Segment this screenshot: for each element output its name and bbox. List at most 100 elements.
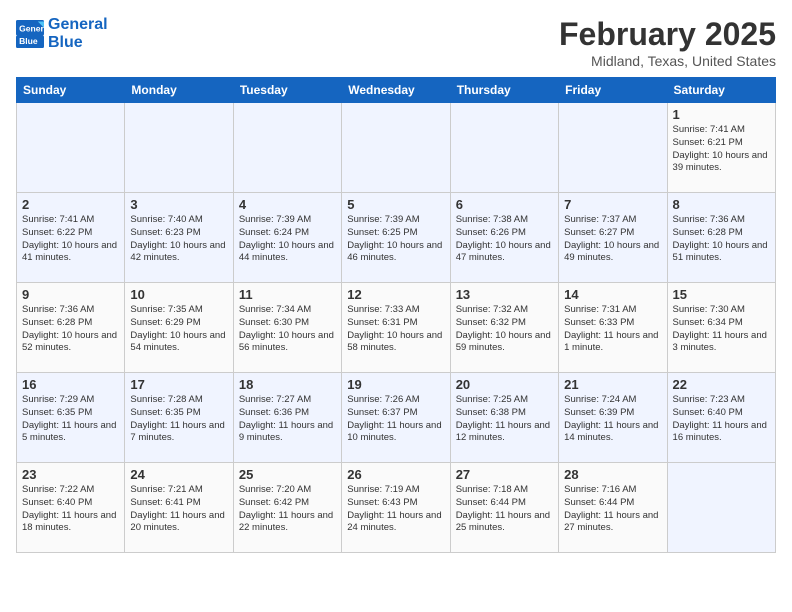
day-info: Sunset: 6:31 PM [347,317,444,330]
day-info: Daylight: 10 hours and 56 minutes. [239,330,336,356]
day-info: Sunrise: 7:32 AM [456,304,553,317]
weekday-header-sunday: Sunday [17,78,125,103]
calendar-cell: 16Sunrise: 7:29 AMSunset: 6:35 PMDayligh… [17,373,125,463]
day-number: 9 [22,287,119,302]
day-number: 21 [564,377,661,392]
day-number: 25 [239,467,336,482]
day-info: Sunrise: 7:25 AM [456,394,553,407]
day-number: 16 [22,377,119,392]
day-info: Daylight: 11 hours and 22 minutes. [239,510,336,536]
weekday-header-wednesday: Wednesday [342,78,450,103]
calendar-cell: 4 Sunrise: 7:39 AMSunset: 6:24 PMDaylight… [233,193,341,283]
weekday-header-saturday: Saturday [667,78,775,103]
day-info: Daylight: 10 hours and 54 minutes. [130,330,227,356]
day-info: Daylight: 10 hours and 59 minutes. [456,330,553,356]
day-number: 26 [347,467,444,482]
calendar-cell [125,103,233,193]
day-number: 23 [22,467,119,482]
day-info: Sunset: 6:38 PM [456,407,553,420]
calendar-cell: 14Sunrise: 7:31 AMSunset: 6:33 PMDayligh… [559,283,667,373]
day-info: Daylight: 10 hours and 47 minutes. [456,240,553,266]
calendar-cell: 3Sunrise: 7:40 AMSunset: 6:23 PMDaylight… [125,193,233,283]
calendar-cell: 19Sunrise: 7:26 AMSunset: 6:37 PMDayligh… [342,373,450,463]
calendar-cell: 28Sunrise: 7:16 AMSunset: 6:44 PMDayligh… [559,463,667,553]
calendar-cell: 9Sunrise: 7:36 AMSunset: 6:28 PMDaylight… [17,283,125,373]
day-info: Daylight: 11 hours and 12 minutes. [456,420,553,446]
day-number: 8 [673,197,770,212]
day-number: 18 [239,377,336,392]
day-number: 4 [239,197,336,212]
day-info: Sunset: 6:29 PM [130,317,227,330]
day-number: 3 [130,197,227,212]
day-info: Daylight: 10 hours and 39 minutes. [673,150,770,176]
day-info: Sunrise: 7:35 AM [130,304,227,317]
calendar-cell [342,103,450,193]
day-info: Sunset: 6:32 PM [456,317,553,330]
day-number: 20 [456,377,553,392]
day-info: Sunset: 6:36 PM [239,407,336,420]
calendar-cell: 26Sunrise: 7:19 AMSunset: 6:43 PMDayligh… [342,463,450,553]
day-number: 5 [347,197,444,212]
weekday-header-thursday: Thursday [450,78,558,103]
calendar-header-row: SundayMondayTuesdayWednesdayThursdayFrid… [17,78,776,103]
day-info: Sunrise: 7:26 AM [347,394,444,407]
day-info: Sunrise: 7:36 AM [22,304,119,317]
calendar-table: SundayMondayTuesdayWednesdayThursdayFrid… [16,77,776,553]
day-number: 24 [130,467,227,482]
calendar-cell: 15Sunrise: 7:30 AMSunset: 6:34 PMDayligh… [667,283,775,373]
day-number: 22 [673,377,770,392]
calendar-cell: 22Sunrise: 7:23 AMSunset: 6:40 PMDayligh… [667,373,775,463]
day-info: Sunrise: 7:30 AM [673,304,770,317]
calendar-subtitle: Midland, Texas, United States [559,53,776,69]
calendar-cell: 20 Sunrise: 7:25 AMSunset: 6:38 PMDayligh… [450,373,558,463]
day-info: Sunrise: 7:31 AM [564,304,661,317]
day-info: Sunset: 6:26 PM [456,227,553,240]
day-info: Sunrise: 7:39 AM [347,214,444,227]
day-info: Sunset: 6:44 PM [456,497,553,510]
day-info: Sunset: 6:24 PM [239,227,336,240]
day-info: Daylight: 10 hours and 58 minutes. [347,330,444,356]
day-info: Sunset: 6:27 PM [564,227,661,240]
calendar-title: February 2025 [559,16,776,53]
logo-general: General [48,16,108,34]
calendar-cell: 17Sunrise: 7:28 AMSunset: 6:35 PMDayligh… [125,373,233,463]
day-info: Sunset: 6:40 PM [673,407,770,420]
calendar-cell [559,103,667,193]
calendar-week-1: 1Sunrise: 7:41 AMSunset: 6:21 PMDaylight… [17,103,776,193]
day-info: Daylight: 11 hours and 18 minutes. [22,510,119,536]
calendar-cell: 21Sunrise: 7:24 AMSunset: 6:39 PMDayligh… [559,373,667,463]
day-info: Daylight: 10 hours and 52 minutes. [22,330,119,356]
day-info: Sunset: 6:25 PM [347,227,444,240]
calendar-cell: 25Sunrise: 7:20 AMSunset: 6:42 PMDayligh… [233,463,341,553]
title-area: February 2025 Midland, Texas, United Sta… [559,16,776,69]
day-info: Sunrise: 7:16 AM [564,484,661,497]
day-info: Sunrise: 7:29 AM [22,394,119,407]
day-info: Sunrise: 7:21 AM [130,484,227,497]
day-info: Daylight: 11 hours and 9 minutes. [239,420,336,446]
logo-icon: General Blue [16,20,44,48]
calendar-cell: 23Sunrise: 7:22 AMSunset: 6:40 PMDayligh… [17,463,125,553]
calendar-week-2: 2Sunrise: 7:41 AMSunset: 6:22 PMDaylight… [17,193,776,283]
day-number: 10 [130,287,227,302]
day-info: Sunset: 6:40 PM [22,497,119,510]
day-info: Daylight: 10 hours and 44 minutes. [239,240,336,266]
day-info: Sunrise: 7:19 AM [347,484,444,497]
day-info: Sunrise: 7:18 AM [456,484,553,497]
weekday-header-friday: Friday [559,78,667,103]
calendar-cell [17,103,125,193]
calendar-cell: 11Sunrise: 7:34 AMSunset: 6:30 PMDayligh… [233,283,341,373]
day-info: Sunrise: 7:40 AM [130,214,227,227]
day-info: Sunset: 6:43 PM [347,497,444,510]
day-info: Sunrise: 7:41 AM [22,214,119,227]
day-info: Sunset: 6:21 PM [673,137,770,150]
day-number: 15 [673,287,770,302]
day-info: Sunrise: 7:39 AM [239,214,336,227]
weekday-header-tuesday: Tuesday [233,78,341,103]
day-info: Daylight: 10 hours and 51 minutes. [673,240,770,266]
calendar-cell: 7Sunrise: 7:37 AMSunset: 6:27 PMDaylight… [559,193,667,283]
day-info: Daylight: 11 hours and 20 minutes. [130,510,227,536]
day-info: Sunrise: 7:27 AM [239,394,336,407]
day-number: 6 [456,197,553,212]
day-info: Daylight: 11 hours and 27 minutes. [564,510,661,536]
day-number: 2 [22,197,119,212]
